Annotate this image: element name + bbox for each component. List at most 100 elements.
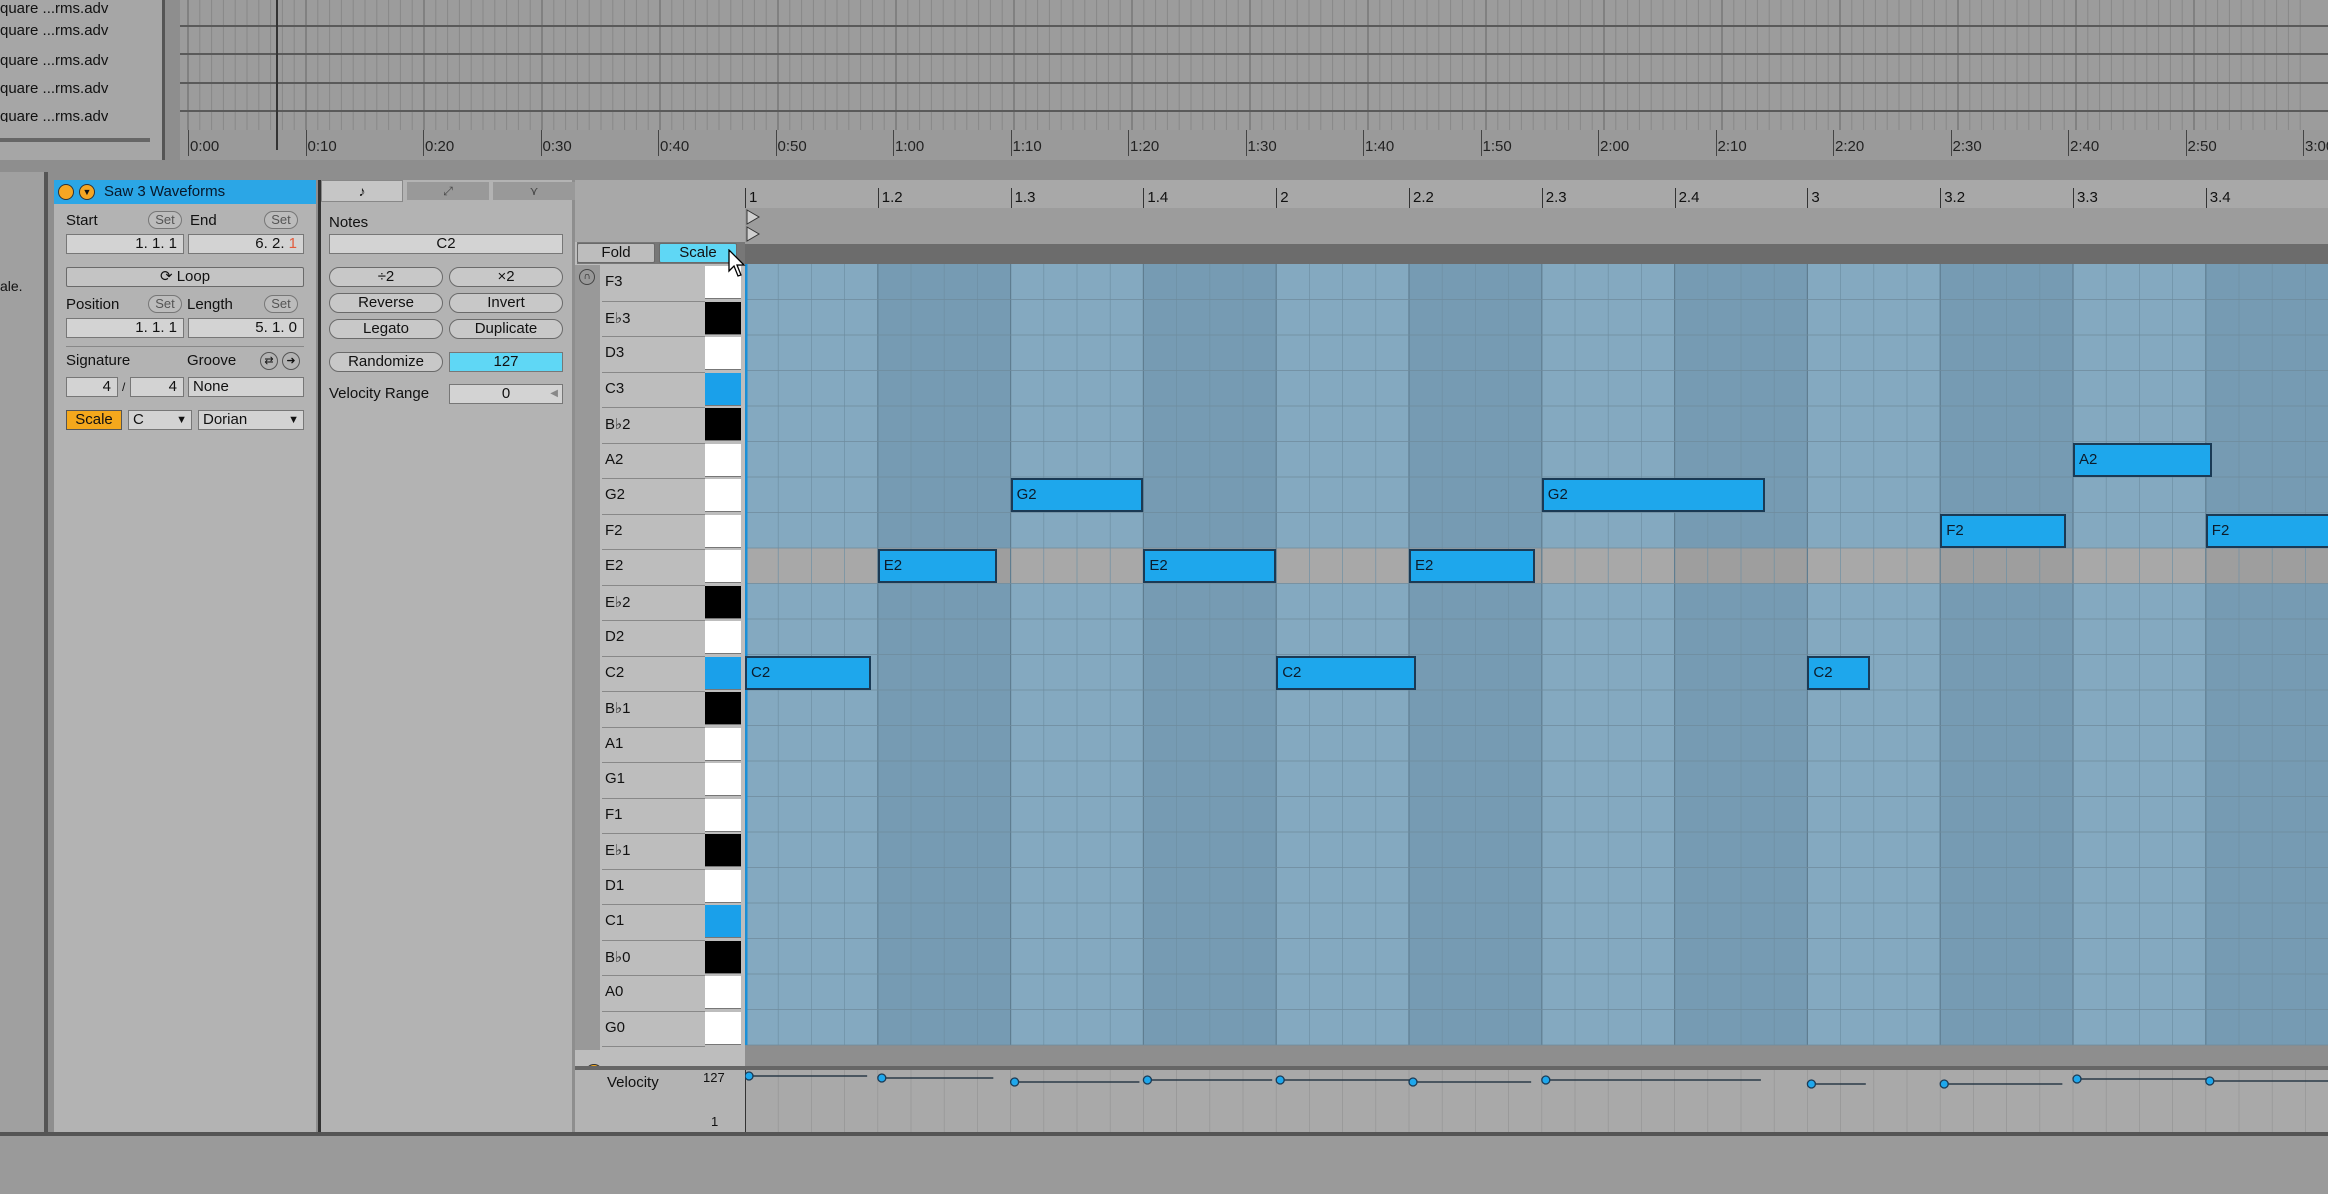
headphone-preview-icon[interactable]: ∩ bbox=[579, 269, 595, 285]
note-editor[interactable]: 1 1.2 1.3 1.4 2 2.2 2.3 2.4 3 3.2 3.3 3.4 C2 E2 G2 E2 C… bbox=[745, 180, 2328, 1132]
velocity-marker[interactable] bbox=[1806, 1079, 1817, 1089]
midi-note[interactable]: E2 bbox=[1143, 549, 1277, 583]
velocity-markers[interactable] bbox=[745, 1070, 2328, 1132]
key-row-divider bbox=[602, 513, 705, 515]
piano-key[interactable] bbox=[705, 479, 741, 512]
scale-mode-select[interactable]: Dorian ▼ bbox=[198, 410, 304, 430]
midi-note[interactable]: E2 bbox=[877, 549, 998, 583]
ruler-mark: 1.2 bbox=[881, 189, 903, 206]
piano-key[interactable] bbox=[705, 1011, 741, 1045]
signature-denominator[interactable]: 4 bbox=[130, 377, 184, 397]
position-field[interactable]: 1. 1. 1 bbox=[66, 318, 184, 338]
end-set-button[interactable]: Set bbox=[264, 211, 298, 229]
velocity-marker[interactable] bbox=[877, 1073, 887, 1083]
clip-name[interactable]: Saw 3 Waveforms bbox=[104, 183, 225, 200]
piano-key[interactable] bbox=[705, 408, 741, 441]
tab-envelopes[interactable]: ⤢ bbox=[407, 182, 489, 200]
piano-key[interactable] bbox=[705, 514, 741, 548]
velocity-marker[interactable] bbox=[1142, 1075, 1153, 1085]
tab-expression[interactable]: ⋎ bbox=[493, 182, 575, 200]
piano-key[interactable] bbox=[705, 834, 741, 867]
midi-note[interactable]: A2 bbox=[2073, 442, 2213, 477]
piano-key[interactable] bbox=[705, 940, 741, 974]
piano-key[interactable] bbox=[705, 443, 741, 477]
velocity-marker[interactable] bbox=[1009, 1077, 1020, 1087]
groove-commit-icon[interactable]: ➜ bbox=[282, 352, 300, 370]
midi-note[interactable]: C2 bbox=[1276, 655, 1416, 690]
piano-key[interactable] bbox=[705, 869, 741, 903]
velocity-marker[interactable] bbox=[2072, 1074, 2082, 1084]
piano-key[interactable] bbox=[705, 692, 741, 725]
piano-key[interactable] bbox=[705, 763, 741, 796]
browser-file-item[interactable]: quare ...rms.adv bbox=[0, 52, 108, 69]
length-set-button[interactable]: Set bbox=[264, 295, 298, 313]
start-set-button[interactable]: Set bbox=[148, 211, 182, 229]
piano-key[interactable] bbox=[705, 372, 741, 406]
loop-button[interactable]: ⟳ Loop bbox=[66, 267, 304, 287]
start-field[interactable]: 1. 1. 1 bbox=[66, 234, 184, 254]
browser-file-item[interactable]: quare ...rms.adv bbox=[0, 80, 108, 97]
midi-note[interactable]: C2 bbox=[1807, 655, 1870, 690]
piano-key[interactable] bbox=[705, 727, 741, 761]
velocity-marker[interactable] bbox=[1541, 1075, 1551, 1085]
randomize-button[interactable]: Randomize bbox=[329, 352, 443, 372]
beat-ruler[interactable]: 1 1.2 1.3 1.4 2 2.2 2.3 2.4 3 3.2 3.3 3.4 bbox=[745, 180, 2328, 208]
position-label: Position bbox=[66, 296, 120, 313]
key-row-divider bbox=[602, 478, 705, 479]
note-pitch-field[interactable]: C2 bbox=[329, 234, 563, 254]
duplicate-button[interactable]: Duplicate bbox=[449, 319, 563, 339]
browser-scrollbar[interactable] bbox=[0, 138, 150, 142]
piano-key[interactable] bbox=[705, 585, 741, 619]
midi-note[interactable]: E2 bbox=[1409, 549, 1536, 583]
scale-toggle[interactable]: Scale bbox=[66, 410, 122, 430]
midi-note[interactable]: G2 bbox=[1541, 478, 1765, 512]
double-time-button[interactable]: ×2 bbox=[449, 267, 563, 287]
browser-file-item[interactable]: quare ...rms.adv bbox=[0, 22, 108, 39]
velocity-min-label: 1 bbox=[711, 1114, 719, 1129]
clip-title-bar[interactable]: ▼ Saw 3 Waveforms bbox=[54, 180, 316, 204]
midi-note[interactable]: G2 bbox=[1010, 478, 1144, 512]
reverse-button[interactable]: Reverse bbox=[329, 293, 443, 313]
fold-button[interactable]: Fold bbox=[577, 243, 655, 263]
root-note-select[interactable]: C ▼ bbox=[128, 410, 192, 430]
timeline-mark: 2:30 bbox=[1952, 138, 1982, 155]
piano-key[interactable] bbox=[705, 621, 741, 654]
groove-selector[interactable]: None bbox=[188, 377, 304, 397]
playhead-marker[interactable] bbox=[276, 0, 278, 150]
velocity-marker[interactable] bbox=[1408, 1077, 1418, 1087]
midi-note[interactable]: C2 bbox=[745, 655, 872, 690]
loop-start-marker-icon[interactable] bbox=[745, 208, 785, 244]
velocity-marker[interactable] bbox=[745, 1071, 754, 1081]
velocity-lane[interactable]: Velocity 127 1 bbox=[575, 1066, 2328, 1132]
tab-notes[interactable]: ♪ bbox=[321, 180, 403, 202]
browser-file-item[interactable]: quare ...rms.adv bbox=[0, 0, 108, 17]
piano-key[interactable] bbox=[705, 798, 741, 832]
groove-hotswap-icon[interactable]: ⇄ bbox=[260, 352, 278, 370]
velocity-range-field[interactable]: 0 ◀ bbox=[449, 384, 563, 404]
piano-key[interactable] bbox=[705, 337, 741, 370]
piano-key[interactable] bbox=[705, 301, 741, 335]
velocity-marker[interactable] bbox=[2205, 1076, 2215, 1086]
end-field[interactable]: 6. 2. 1 bbox=[188, 234, 304, 254]
velocity-marker[interactable] bbox=[1275, 1075, 1285, 1085]
piano-key[interactable] bbox=[705, 656, 741, 690]
invert-button[interactable]: Invert bbox=[449, 293, 563, 313]
signature-numerator[interactable]: 4 bbox=[66, 377, 118, 397]
timeline-tick bbox=[2068, 130, 2069, 156]
velocity-marker[interactable] bbox=[1939, 1079, 1949, 1089]
midi-note[interactable]: F2 bbox=[2205, 513, 2328, 548]
half-time-button[interactable]: ÷2 bbox=[329, 267, 443, 287]
piano-key[interactable] bbox=[705, 976, 741, 1009]
legato-button[interactable]: Legato bbox=[329, 319, 443, 339]
loop-brace-lane[interactable] bbox=[745, 208, 2328, 244]
midi-note[interactable]: F2 bbox=[1940, 513, 2067, 548]
chevron-down-icon[interactable]: ▼ bbox=[79, 184, 95, 200]
position-set-button[interactable]: Set bbox=[148, 295, 182, 313]
piano-key[interactable] bbox=[705, 550, 741, 583]
browser-file-item[interactable]: quare ...rms.adv bbox=[0, 108, 108, 122]
clip-activator-icon[interactable] bbox=[58, 184, 74, 200]
scale-highlight-button[interactable]: Scale bbox=[659, 243, 737, 263]
length-field[interactable]: 5. 1. 0 bbox=[188, 318, 304, 338]
velocity-field[interactable]: 127 bbox=[449, 352, 563, 372]
piano-key[interactable] bbox=[705, 905, 741, 938]
